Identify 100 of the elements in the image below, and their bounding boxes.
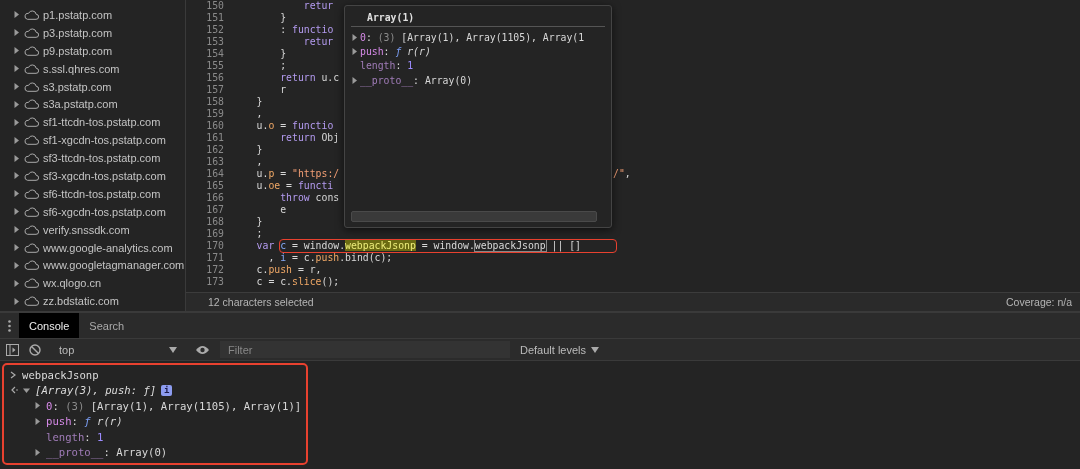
return-arrow-icon (10, 386, 18, 395)
drawer-tab[interactable]: Search (79, 313, 135, 338)
expand-arrow-icon[interactable] (13, 297, 20, 305)
line-number: 161 (205, 132, 224, 144)
drawer-tab[interactable]: Console (19, 313, 80, 338)
code-line: } (255, 216, 263, 228)
code-line: } (255, 144, 263, 156)
property-row: 0: (3) [Array(1), Array(1105), Array(1 (360, 31, 585, 43)
cloud-icon (24, 170, 39, 181)
property-row: 0: (3) [Array(1), Array(1105), Array(1)] (46, 399, 302, 412)
chevron-icon (10, 370, 17, 379)
cloud-icon (24, 278, 39, 289)
caret-icon (591, 346, 600, 353)
domain-name[interactable]: p1.pstatp.com (43, 8, 113, 21)
scrollbar[interactable] (351, 211, 597, 222)
line-number: 157 (205, 84, 224, 96)
domain-name[interactable]: wx.qlogo.cn (43, 277, 102, 290)
code-line: : functio (279, 24, 334, 36)
sidebar-toggle-icon[interactable] (6, 343, 19, 356)
line-number: 166 (205, 192, 224, 204)
expand-arrow-icon[interactable] (13, 83, 20, 90)
popover-title: Array(1) (351, 10, 605, 27)
domain-name[interactable]: p9.pstatp.com (43, 44, 113, 57)
line-number: 163 (205, 156, 224, 168)
line-number: 156 (205, 72, 224, 84)
property-row: push: ƒ r(r) (46, 415, 123, 428)
domain-name[interactable]: s3a.pstatp.com (43, 98, 118, 111)
log-levels-dropdown[interactable]: Default levels (520, 343, 600, 356)
line-number: 150 (205, 0, 224, 12)
property-row: __proto__: Array(0) (46, 446, 168, 459)
line-number: 171 (205, 252, 224, 264)
domain-name[interactable]: p3.pstatp.com (43, 26, 113, 39)
cloud-icon (24, 117, 39, 128)
expand-arrow-icon[interactable] (13, 279, 20, 287)
cloud-icon (24, 63, 39, 74)
expand-arrow-icon[interactable] (13, 208, 20, 216)
line-number: 154 (205, 48, 224, 60)
domain-name[interactable]: sf1-xgcdn-tos.pstatp.com (43, 134, 166, 147)
context-dropdown[interactable]: top (51, 343, 185, 356)
cloud-icon (24, 242, 39, 253)
code-line: return Obj (279, 132, 340, 144)
cloud-icon (24, 224, 39, 235)
expand-arrow-icon[interactable] (13, 118, 20, 126)
line-number: 164 (205, 168, 224, 180)
line-number: 152 (205, 24, 224, 36)
domain-name[interactable]: s3.pstatp.com (43, 80, 112, 93)
code-line: r (279, 84, 287, 96)
expand-arrow-icon[interactable] (13, 65, 20, 73)
object-summary[interactable]: [Array(3), push: ƒ] (35, 384, 157, 397)
cloud-icon (24, 99, 39, 110)
code-line: } (279, 12, 287, 24)
console-command-text: webpackJsonp (22, 368, 99, 381)
filter-field[interactable]: Filter (220, 341, 510, 358)
code-line: c = c.slice(); (255, 276, 340, 288)
property-row: length: 1 (360, 60, 414, 72)
code-line: var c = window.webpackJsonp = window.webpackJsonp || [] (255, 240, 581, 252)
expand-arrow-icon[interactable] (13, 261, 20, 269)
expand-arrow-icon[interactable] (34, 448, 41, 456)
expand-arrow-icon[interactable] (13, 172, 20, 180)
expand-arrow-icon[interactable] (13, 190, 20, 198)
line-number: 158 (205, 96, 224, 108)
code-line: e (279, 204, 287, 216)
cloud-icon (24, 296, 39, 307)
line-number: 172 (205, 264, 224, 276)
expand-arrow-icon[interactable] (13, 29, 20, 37)
domain-name[interactable]: sf3-xgcdn-tos.pstatp.com (43, 169, 166, 182)
expand-arrow-icon[interactable] (13, 11, 20, 19)
expand-arrow-icon[interactable] (13, 154, 20, 162)
cloud-icon (24, 188, 39, 199)
expand-arrow-icon[interactable] (13, 100, 20, 108)
cloud-icon (24, 153, 39, 164)
cloud-icon (24, 9, 39, 20)
domain-name[interactable]: s.ssl.qhres.com (43, 62, 120, 75)
line-number: 162 (205, 144, 224, 156)
line-number: 168 (205, 216, 224, 228)
more-options-icon[interactable] (8, 319, 11, 332)
coverage-status: Coverage: n/a (1006, 296, 1072, 308)
line-number: 173 (205, 276, 224, 288)
expand-arrow-icon[interactable] (13, 136, 20, 144)
cloud-icon (24, 81, 39, 92)
domain-name[interactable]: www.google-analytics.com (43, 241, 173, 254)
domain-name[interactable]: sf6-ttcdn-tos.pstatp.com (43, 187, 161, 200)
info-badge: i (161, 384, 173, 396)
expand-arrow-icon[interactable] (13, 47, 20, 55)
line-number: 151 (205, 12, 224, 24)
code-line: , (255, 108, 263, 120)
domain-name[interactable]: sf3-ttcdn-tos.pstatp.com (43, 152, 161, 165)
line-number: 165 (205, 180, 224, 192)
domain-name[interactable]: zz.bdstatic.com (43, 295, 119, 308)
domain-name[interactable]: sf6-xgcdn-tos.pstatp.com (43, 205, 166, 218)
clear-console-icon[interactable] (29, 343, 41, 356)
expand-arrow-icon[interactable] (13, 244, 20, 251)
code-fragment: /", (613, 168, 631, 180)
expand-arrow-icon[interactable] (351, 76, 358, 84)
domain-name[interactable]: www.googletagmanager.com (43, 259, 185, 272)
domain-name[interactable]: sf1-ttcdn-tos.pstatp.com (43, 116, 161, 129)
eye-icon[interactable] (195, 344, 210, 355)
expand-arrow-icon[interactable] (13, 226, 20, 234)
line-number: 170 (205, 240, 224, 252)
domain-name[interactable]: verify.snssdk.com (43, 223, 130, 236)
